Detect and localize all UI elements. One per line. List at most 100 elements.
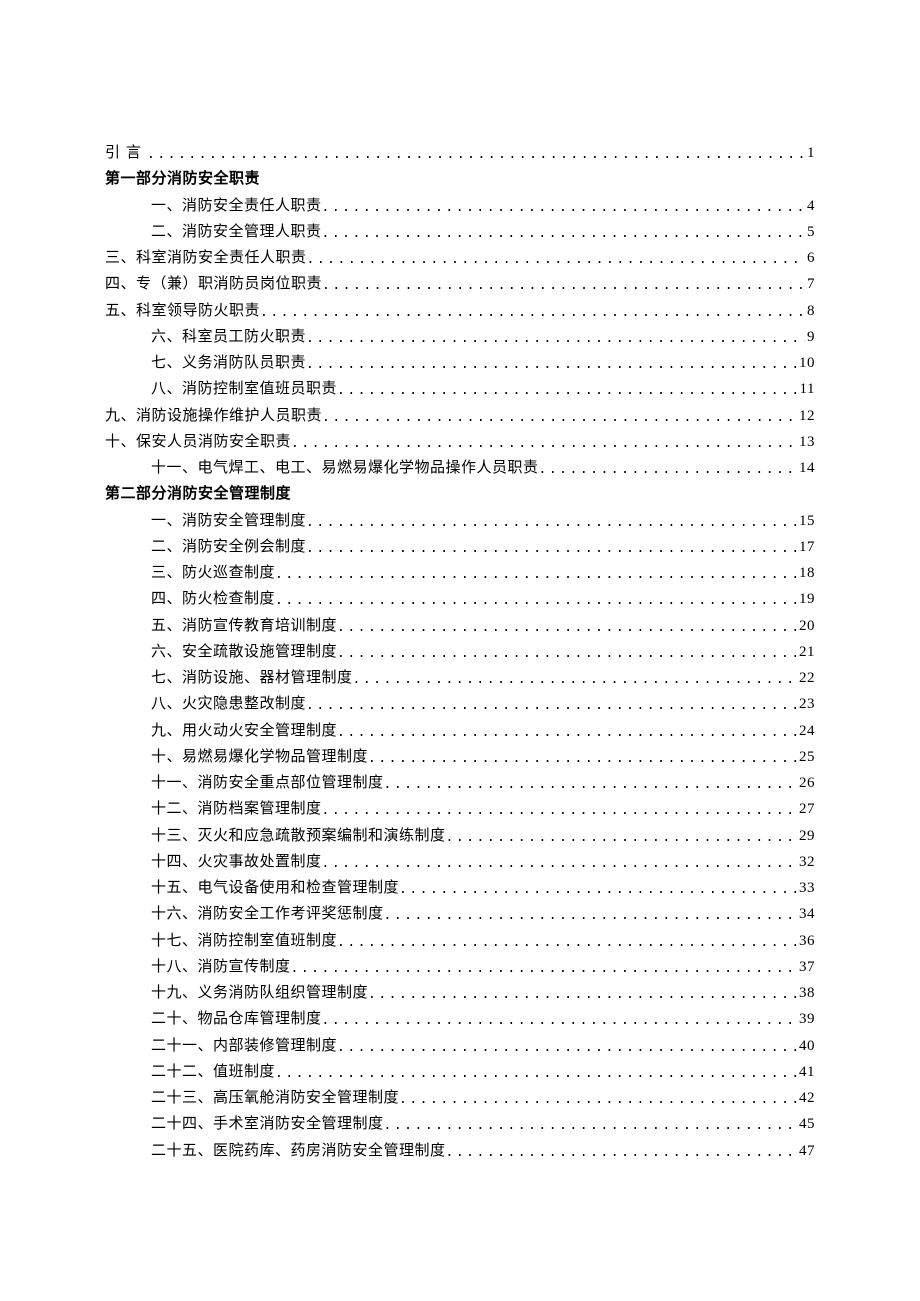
- toc-entry-page: 33: [797, 875, 815, 901]
- toc-entry: 二十三、高压氧舱消防安全管理制度42: [105, 1085, 815, 1111]
- toc-entry: 九、用火动火安全管理制度24: [105, 718, 815, 744]
- toc-entry-page: 4: [805, 193, 815, 219]
- toc-leader-dots: [337, 643, 797, 665]
- toc-entry: 十、易燃易爆化学物品管理制度 25: [105, 744, 815, 770]
- toc-entry-page: 38: [797, 980, 815, 1006]
- toc-entry-label: 第一部分消防安全职责: [105, 166, 260, 192]
- toc-entry-label: 二十一、内部装修管理制度: [151, 1033, 337, 1059]
- toc-entry-label: 十三、灭火和应急疏散预案编制和演练制度: [151, 823, 446, 849]
- toc-entry-label: 六、安全疏散设施管理制度: [151, 639, 337, 665]
- toc-leader-dots: [353, 669, 797, 691]
- toc-entry: 第一部分消防安全职责: [105, 166, 815, 192]
- toc-entry: 三、防火巡查制度18: [105, 560, 815, 586]
- toc-leader-dots: [368, 748, 797, 770]
- toc-entry-label: 五、消防宣传教育培训制度: [151, 613, 337, 639]
- toc-entry-page: 32: [797, 849, 815, 875]
- toc-leader-dots: [384, 905, 797, 927]
- toc-entry: 十四、火灾事故处置制度32: [105, 849, 815, 875]
- toc-leader-dots: [446, 827, 797, 849]
- toc-entry-label: 八、火灾隐患整改制度: [151, 691, 306, 717]
- toc-entry: 二、消防安全例会制度17: [105, 534, 815, 560]
- toc-entry-label: 九、消防设施操作维护人员职责: [105, 403, 322, 429]
- toc-leader-dots: [368, 984, 797, 1006]
- toc-entry-page: 12: [797, 403, 815, 429]
- toc-entry-label: 二十四、手术室消防安全管理制度: [151, 1111, 384, 1137]
- toc-leader-dots: [384, 774, 797, 796]
- toc-entry-page: 29: [797, 823, 815, 849]
- toc-entry: 十五、电气设备使用和检查管理制度 33: [105, 875, 815, 901]
- toc-entry-page: 15: [797, 508, 815, 534]
- toc-entry: 第二部分消防安全管理制度: [105, 481, 815, 507]
- toc-leader-dots: [291, 958, 797, 980]
- toc-entry: 六、安全疏散设施管理制度 21: [105, 639, 815, 665]
- toc-entry: 五、消防宣传教育培训制度 20: [105, 613, 815, 639]
- toc-entry-page: 1: [805, 140, 815, 166]
- toc-leader-dots: [322, 407, 797, 429]
- toc-entry: 十一、消防安全重点部位管理制度26: [105, 770, 815, 796]
- toc-entry-label: 一、消防安全责任人职责: [151, 193, 322, 219]
- toc-entry-label: 十九、义务消防队组织管理制度: [151, 980, 368, 1006]
- toc-entry-page: 5: [805, 219, 815, 245]
- toc-leader-dots: [337, 722, 797, 744]
- toc-entry-label: 二十二、值班制度: [151, 1059, 275, 1085]
- toc-entry-label: 十、易燃易爆化学物品管理制度: [151, 744, 368, 770]
- toc-leader-dots: [337, 617, 797, 639]
- toc-entry: 十七、消防控制室值班制度36: [105, 928, 815, 954]
- toc-leader-dots: [322, 275, 805, 297]
- toc-entry-label: 二十、物品仓库管理制度: [151, 1006, 322, 1032]
- toc-leader-dots: [446, 1142, 797, 1164]
- toc-entry-label: 十五、电气设备使用和检查管理制度: [151, 875, 399, 901]
- toc-entry-page: 27: [797, 796, 815, 822]
- toc-entry-label: 七、消防设施、器材管理制度: [151, 665, 353, 691]
- toc-leader-dots: [337, 932, 797, 954]
- toc-entry-label: 八、消防控制室值班员职责: [151, 376, 337, 402]
- toc-entry-label: 十六、消防安全工作考评奖惩制度: [151, 901, 384, 927]
- toc-leader-dots: [306, 512, 797, 534]
- toc-leader-dots: [306, 538, 797, 560]
- toc-leader-dots: [322, 853, 797, 875]
- toc-leader-dots: [260, 302, 805, 324]
- toc-entry-page: 21: [797, 639, 815, 665]
- toc-entry-label: 三、科室消防安全责任人职责: [105, 245, 307, 271]
- toc-entry: 十三、灭火和应急疏散预案编制和演练制度 29: [105, 823, 815, 849]
- toc-entry-page: 11: [798, 376, 815, 402]
- toc-entry: 十一、电气焊工、电工、易燃易爆化学物品操作人员职责14: [105, 455, 815, 481]
- toc-entry: 七、义务消防队员职责10: [105, 350, 815, 376]
- toc-entry-page: 45: [797, 1111, 815, 1137]
- toc-entry-label: 六、科室员工防火职责: [151, 324, 306, 350]
- toc-entry-page: 22: [797, 665, 815, 691]
- toc-entry-page: 40: [797, 1033, 815, 1059]
- toc-entry: 二十四、手术室消防安全管理制度 45: [105, 1111, 815, 1137]
- toc-entry-label: 三、防火巡查制度: [151, 560, 275, 586]
- toc-entry-label: 十八、消防宣传制度: [151, 954, 291, 980]
- toc-entry: 九、消防设施操作维护人员职责 12: [105, 403, 815, 429]
- toc-leader-dots: [399, 1089, 797, 1111]
- toc-entry: 十九、义务消防队组织管理制度 38: [105, 980, 815, 1006]
- toc-entry-label: 二、消防安全管理人职责: [151, 219, 322, 245]
- toc-entry-page: 41: [797, 1059, 815, 1085]
- toc-entry-page: 7: [805, 271, 815, 297]
- toc-entry-label: 十二、消防档案管理制度: [151, 796, 322, 822]
- toc-leader-dots: [337, 1037, 797, 1059]
- toc-entry-label: 十一、消防安全重点部位管理制度: [151, 770, 384, 796]
- toc-entry: 四、专（兼）职消防员岗位职责7: [105, 271, 815, 297]
- toc-entry-page: 14: [797, 455, 815, 481]
- toc-leader-dots: [147, 144, 805, 166]
- toc-entry: 十、保安人员消防安全职责13: [105, 429, 815, 455]
- toc-entry-page: 20: [797, 613, 815, 639]
- table-of-contents: 引言1第一部分消防安全职责一、消防安全责任人职责 4 二、消防安全管理人职责 5 三、科…: [105, 140, 815, 1164]
- toc-entry-page: 47: [797, 1138, 815, 1164]
- toc-entry-page: 9: [805, 324, 815, 350]
- toc-entry: 五、科室领导防火职责8: [105, 298, 815, 324]
- toc-entry-label: 一、消防安全管理制度: [151, 508, 306, 534]
- toc-entry-label: 十七、消防控制室值班制度: [151, 928, 337, 954]
- toc-leader-dots: [275, 564, 797, 586]
- toc-leader-dots: [307, 249, 805, 271]
- toc-entry: 二、消防安全管理人职责 5: [105, 219, 815, 245]
- toc-entry: 八、火灾隐患整改制度23: [105, 691, 815, 717]
- toc-leader-dots: [306, 354, 797, 376]
- toc-entry-page: 19: [797, 586, 815, 612]
- toc-entry-page: 25: [797, 744, 815, 770]
- toc-entry-page: 42: [797, 1085, 815, 1111]
- toc-entry: 引言1: [105, 140, 815, 166]
